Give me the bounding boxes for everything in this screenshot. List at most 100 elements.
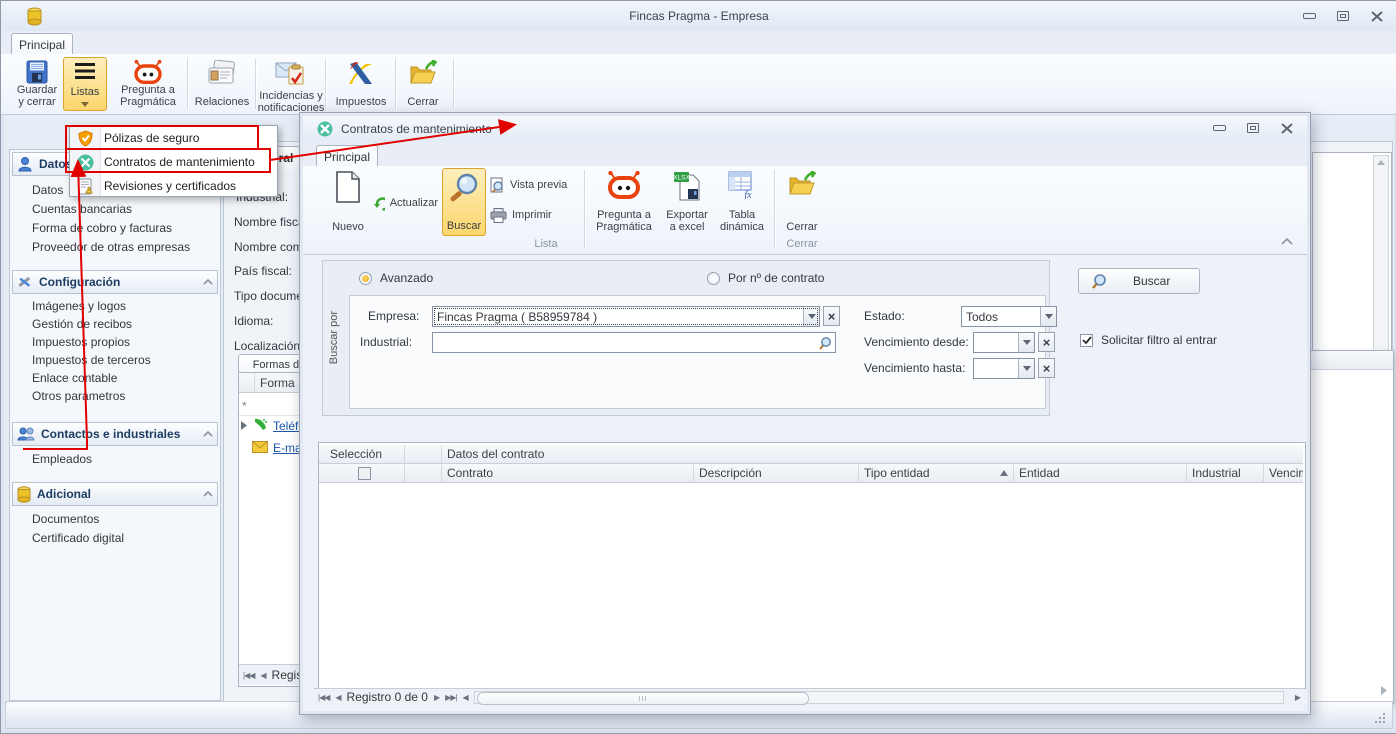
col-descripcion[interactable]: Descripción	[694, 464, 859, 483]
checkbox-unchecked-icon	[358, 466, 371, 480]
sidebar-item-impuestos-propios[interactable]: Impuestos propios	[32, 335, 130, 349]
row-indicator-icon	[241, 419, 247, 433]
relaciones-label: Relaciones	[194, 96, 250, 108]
sidebar-item-empleados[interactable]: Empleados	[32, 452, 92, 466]
nav-last-icon[interactable]: ▶▶|	[445, 693, 457, 702]
cerrar-button[interactable]: Cerrar	[399, 57, 447, 111]
pregunta-label: Pregunta a Pragmática	[120, 84, 176, 108]
sidebar-section-contactos[interactable]: Contactos e industriales	[12, 422, 218, 446]
guardar-label: Guardar y cerrar	[16, 84, 58, 108]
main-window: Fincas Pragma - Empresa Principal Guarda…	[0, 0, 1396, 734]
radio-avanzado[interactable]: Avanzado	[359, 271, 433, 285]
minimize-button[interactable]	[1301, 9, 1317, 23]
sidebar-item-certificado-digital[interactable]: Certificado digital	[32, 531, 124, 545]
dropdown-icon[interactable]	[1018, 359, 1034, 378]
radio-por-numero-icon	[707, 271, 720, 285]
sidebar-item-datos[interactable]: Datos	[32, 183, 63, 197]
tabla-dinamica-button[interactable]: fx Tabla dinámica	[715, 168, 769, 236]
sidebar-item-documentos[interactable]: Documentos	[32, 512, 99, 526]
child-minimize-button[interactable]	[1211, 121, 1227, 135]
buscar-ribbon-button[interactable]: Buscar	[442, 168, 486, 236]
buscar-button[interactable]: Buscar	[1078, 268, 1200, 294]
menu-item-polizas[interactable]: Pólizas de seguro	[70, 126, 277, 150]
buscar-label: Buscar	[446, 220, 482, 232]
impuestos-button[interactable]: Impuestos	[329, 57, 393, 111]
sidebar-item-impuestos-terceros[interactable]: Impuestos de terceros	[32, 353, 151, 367]
hscroll-right-icon[interactable]: ▶	[1295, 693, 1301, 702]
hscroll-thumb[interactable]	[476, 691, 809, 705]
lookup-magnifier-icon[interactable]	[818, 336, 832, 350]
exportar-excel-button[interactable]: XLSX Exportar a excel	[661, 168, 713, 236]
nuevo-button[interactable]: Nuevo	[323, 168, 373, 236]
nav-first-icon[interactable]: |◀◀	[318, 693, 330, 702]
estado-dropdown-icon[interactable]	[1040, 307, 1056, 326]
incidencias-button[interactable]: Incidencias y notificaciones	[257, 57, 325, 117]
collapse-ribbon-icon[interactable]	[1281, 238, 1293, 246]
vencimiento-hasta-clear[interactable]: ×	[1038, 358, 1055, 378]
maximize-button[interactable]	[1335, 9, 1351, 23]
industrial-label: Industrial:	[360, 335, 413, 349]
empresa-combo[interactable]: Fincas Pragma ( B58959784 )	[432, 306, 820, 327]
child-maximize-button[interactable]	[1245, 121, 1261, 135]
minimize-icon	[1302, 13, 1316, 19]
sidebar-section-configuracion[interactable]: Configuración	[12, 270, 218, 294]
actualizar-button[interactable]: Actualizar	[373, 190, 439, 216]
estado-combo[interactable]: Todos	[961, 306, 1057, 327]
child-cerrar-button[interactable]: Cerrar	[779, 168, 825, 236]
vencimiento-hasta-combo[interactable]	[973, 358, 1035, 379]
radio-avanzado-icon	[359, 271, 372, 285]
empresa-clear-button[interactable]: ×	[823, 306, 840, 326]
sidebar-item-otros-parametros[interactable]: Otros parámetros	[32, 389, 125, 403]
listas-button[interactable]: Listas	[63, 57, 107, 111]
menu-item-revisiones[interactable]: Revisiones y certificados	[70, 174, 277, 198]
radio-por-numero[interactable]: Por nº de contrato	[707, 271, 824, 285]
col-vencimiento[interactable]: Vencimiento	[1264, 464, 1303, 483]
relaciones-button[interactable]: Relaciones	[191, 57, 253, 111]
search-fields-box: Empresa: Fincas Pragma ( B58959784 ) × E…	[349, 295, 1057, 409]
guardar-y-cerrar-button[interactable]: Guardar y cerrar	[13, 57, 61, 111]
industrial-field[interactable]	[432, 332, 836, 353]
maximize-icon	[1337, 11, 1349, 21]
col-tipo-entidad[interactable]: Tipo entidad	[859, 464, 1014, 483]
solicitar-filtro-label: Solicitar filtro al entrar	[1101, 333, 1218, 347]
solicitar-filtro-checkbox[interactable]: Solicitar filtro al entrar	[1080, 333, 1217, 347]
col-group-datos-contrato[interactable]: Datos del contrato	[442, 445, 1303, 464]
sidebar-section-adicional[interactable]: Adicional	[12, 482, 218, 506]
hscroll-left-icon[interactable]: ◀	[462, 693, 468, 702]
col-industrial[interactable]: Industrial	[1187, 464, 1264, 483]
empresa-dropdown-icon[interactable]	[803, 307, 819, 326]
contratos-grid: Selección Datos del contrato Contrato De…	[318, 442, 1306, 689]
sidebar-item-gestion-recibos[interactable]: Gestión de recibos	[32, 317, 132, 331]
sidebar-item-proveedor[interactable]: Proveedor de otras empresas	[32, 240, 190, 254]
resize-grip[interactable]	[1373, 711, 1387, 725]
imprimir-button[interactable]: Imprimir	[489, 204, 567, 226]
child-pregunta-button[interactable]: Pregunta a Pragmática	[590, 168, 658, 236]
impuestos-label: Impuestos	[335, 96, 387, 108]
vencimiento-desde-clear[interactable]: ×	[1038, 332, 1055, 352]
scroll-right-icon[interactable]	[1381, 686, 1387, 695]
nav-prev-icon[interactable]: ◀	[335, 693, 341, 702]
child-record-navigator[interactable]: |◀◀ ◀ Registro 0 de 0 ▶ ▶▶| ◀ ▶	[314, 688, 1304, 705]
child-close-button[interactable]	[1279, 121, 1295, 135]
seleccion-checkbox-header[interactable]	[325, 464, 405, 483]
vista-previa-button[interactable]: Vista previa	[489, 174, 581, 196]
close-button[interactable]	[1369, 9, 1385, 23]
sidebar-item-cuentas-bancarias[interactable]: Cuentas bancarias	[32, 202, 132, 216]
sidebar-item-forma-cobro[interactable]: Forma de cobro y facturas	[32, 221, 172, 235]
menu-item-contratos[interactable]: Contratos de mantenimiento	[70, 150, 277, 174]
col-seleccion[interactable]: Selección	[325, 445, 405, 464]
child-window-title: Contratos de mantenimiento	[341, 122, 492, 136]
vencimiento-desde-combo[interactable]	[973, 332, 1035, 353]
sidebar-item-enlace-contable[interactable]: Enlace contable	[32, 371, 117, 385]
dropdown-icon[interactable]	[1018, 333, 1034, 352]
child-tabstrip: Principal	[303, 142, 1307, 170]
pregunta-pragmatica-button[interactable]: Pregunta a Pragmática	[111, 57, 185, 111]
person-icon	[18, 157, 32, 172]
nav-next-icon[interactable]: ▶	[434, 693, 440, 702]
listas-icon	[75, 63, 95, 79]
horizontal-scrollbar[interactable]	[473, 690, 1284, 705]
database-icon	[17, 485, 31, 503]
col-contrato[interactable]: Contrato	[442, 464, 694, 483]
col-entidad[interactable]: Entidad	[1014, 464, 1187, 483]
sidebar-item-imagenes[interactable]: Imágenes y logos	[32, 299, 126, 313]
